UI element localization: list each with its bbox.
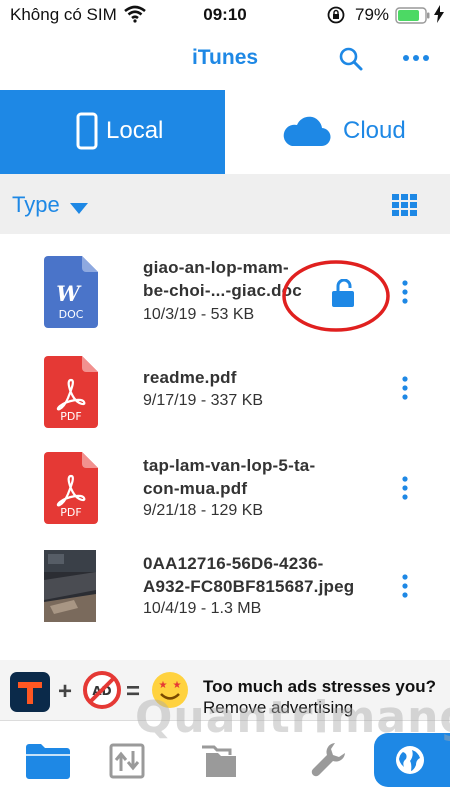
- local-tab-label: Local: [106, 117, 164, 144]
- file-row[interactable]: PDF readme.pdf 9/17/19 - 337 KB: [0, 342, 450, 442]
- folder-tab-icon[interactable]: [26, 743, 70, 784]
- row-menu-icon[interactable]: [398, 574, 412, 598]
- cloud-tab-label: Cloud: [343, 117, 406, 144]
- image-thumbnail: [44, 550, 96, 622]
- files-stack-tab-icon[interactable]: [200, 743, 240, 784]
- file-name: tap-lam-van-lop-5-ta- con-mua.pdf: [143, 454, 315, 500]
- file-meta: 10/3/19 - 53 KB: [143, 306, 255, 323]
- storage-segmented-control: Local Cloud: [0, 90, 450, 174]
- cloud-tab[interactable]: Cloud: [225, 90, 450, 174]
- search-icon[interactable]: [338, 46, 364, 77]
- local-tab[interactable]: Local: [0, 90, 225, 174]
- row-menu-icon[interactable]: [398, 280, 412, 304]
- file-name-line1: tap-lam-van-lop-5-ta-: [143, 456, 316, 475]
- svg-text:W: W: [56, 281, 82, 306]
- watermark: Quantrimang: [135, 692, 450, 743]
- file-row[interactable]: 0AA12716-56D6-4236- A932-FC80BF815687.jp…: [0, 542, 450, 642]
- charging-icon: [434, 5, 444, 27]
- globe-icon: [396, 746, 424, 774]
- file-name: 0AA12716-56D6-4236- A932-FC80BF815687.jp…: [143, 552, 354, 598]
- file-badge: DOC: [59, 308, 84, 321]
- caret-down-icon[interactable]: [70, 201, 88, 219]
- file-name-line1: readme.pdf: [143, 368, 237, 387]
- cloud-icon: [281, 114, 331, 153]
- transfer-tab-icon[interactable]: [109, 743, 145, 784]
- app-logo-icon: [10, 672, 50, 717]
- doc-file-icon: W DOC: [44, 256, 98, 328]
- status-bar: Không có SIM 09:10 79%: [0, 0, 450, 30]
- file-badge: PDF: [60, 410, 81, 423]
- file-meta: 9/21/18 - 129 KB: [143, 502, 264, 519]
- file-name-line1: giao-an-lop-mam-: [143, 258, 289, 277]
- battery-icon: [395, 7, 431, 29]
- type-filter-button[interactable]: Type: [12, 192, 60, 218]
- file-name-line2: A932-FC80BF815687.jpeg: [143, 577, 355, 596]
- grid-view-icon[interactable]: [392, 194, 418, 221]
- row-menu-icon[interactable]: [398, 476, 412, 500]
- file-name-line2: con-mua.pdf: [143, 479, 248, 498]
- file-badge: PDF: [60, 506, 81, 519]
- svg-text:★: ★: [159, 680, 168, 691]
- wrench-tab-icon[interactable]: [310, 741, 346, 784]
- phone-icon: [76, 112, 98, 155]
- svg-text:★: ★: [173, 680, 182, 691]
- file-row[interactable]: W DOC giao-an-lop-mam- be-choi-...-giac.…: [0, 242, 450, 342]
- filter-bar: Type: [0, 174, 450, 234]
- file-name: readme.pdf: [143, 366, 237, 389]
- file-name-line2: be-choi-...-giac.doc: [143, 281, 302, 300]
- rotation-lock-icon: [326, 6, 346, 29]
- no-ads-icon: AD: [82, 670, 122, 715]
- file-meta: 10/4/19 - 1.3 MB: [143, 600, 262, 617]
- row-menu-icon[interactable]: [398, 376, 412, 400]
- plus-icon: +: [58, 678, 73, 705]
- unlock-icon[interactable]: [330, 278, 356, 314]
- pdf-file-icon: PDF: [44, 356, 98, 428]
- battery-percent: 79%: [355, 5, 390, 24]
- file-row[interactable]: PDF tap-lam-van-lop-5-ta- con-mua.pdf 9/…: [0, 442, 450, 542]
- file-meta: 9/17/19 - 337 KB: [143, 392, 264, 409]
- navigation-bar: iTunes: [0, 30, 450, 90]
- more-options-icon[interactable]: [402, 48, 430, 73]
- file-name: giao-an-lop-mam- be-choi-...-giac.doc: [143, 256, 302, 302]
- pdf-file-icon: PDF: [44, 452, 98, 524]
- file-name-line1: 0AA12716-56D6-4236-: [143, 554, 324, 573]
- page-title: iTunes: [191, 46, 259, 69]
